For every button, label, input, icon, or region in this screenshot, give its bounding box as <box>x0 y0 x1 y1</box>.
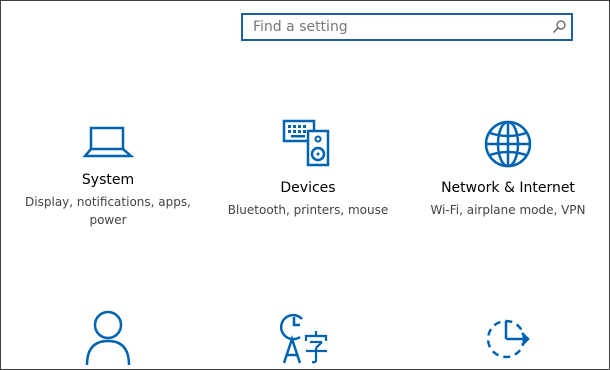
search-box[interactable] <box>241 13 573 41</box>
time-language-icon <box>280 313 328 364</box>
tile-title: System <box>81 172 135 188</box>
tile-description: Display, notifications, apps, power <box>25 195 191 227</box>
person-icon <box>85 310 131 365</box>
tile-devices[interactable]: Devices Bluetooth, printers, mouse <box>208 117 408 219</box>
keyboard-speaker-icon <box>282 119 330 167</box>
tile-description: Wi-Fi, airplane mode, VPN <box>430 203 586 217</box>
tile-network[interactable]: Network & Internet Wi-Fi, airplane mode,… <box>408 119 608 219</box>
search-icon[interactable] <box>551 19 567 35</box>
laptop-icon <box>82 126 134 158</box>
search-input[interactable] <box>253 15 543 39</box>
globe-icon <box>484 120 532 168</box>
tile-description: Bluetooth, printers, mouse <box>227 203 389 217</box>
tile-time-language[interactable] <box>208 311 408 367</box>
tile-update-security[interactable] <box>408 313 608 369</box>
tile-title: Devices <box>280 180 336 196</box>
tile-accounts[interactable] <box>8 309 208 365</box>
update-icon <box>486 319 530 359</box>
settings-window: System Display, notifications, apps, pow… <box>0 0 610 370</box>
tile-system[interactable]: System Display, notifications, apps, pow… <box>8 121 208 229</box>
tile-title: Network & Internet <box>441 180 575 196</box>
